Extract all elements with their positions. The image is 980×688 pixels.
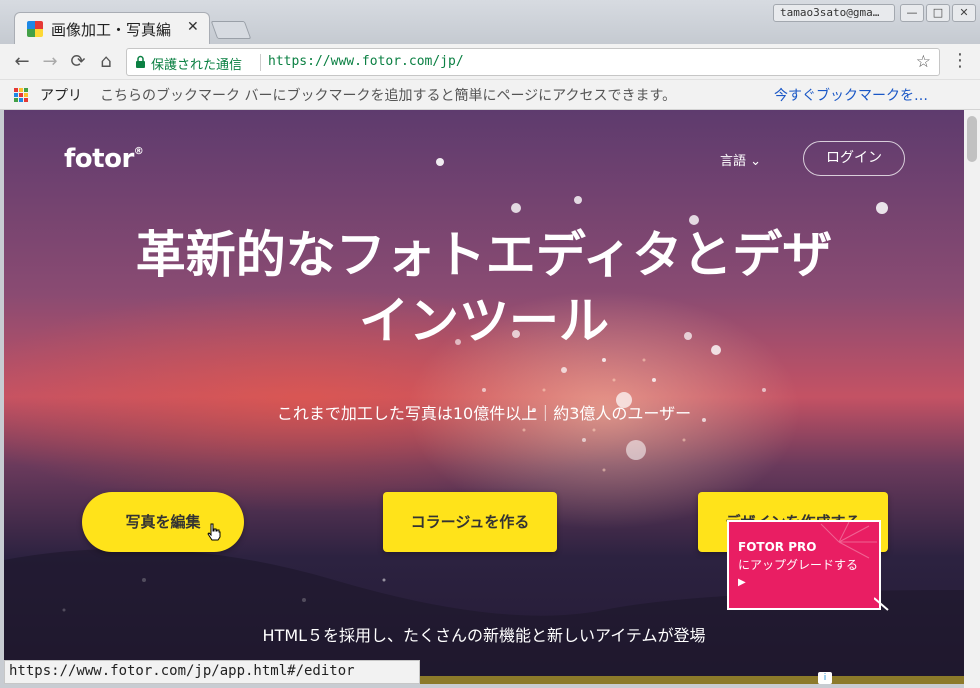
browser-menu-icon[interactable]: ⋮ bbox=[951, 50, 969, 72]
ad-info-icon[interactable]: i bbox=[818, 672, 832, 684]
maximize-button[interactable]: □ bbox=[926, 4, 950, 22]
popup-tail bbox=[874, 597, 889, 611]
page-viewport: fotor® 言語 ⌄ ログイン 革新的なフォトエディタとデザインツール これま… bbox=[4, 110, 964, 684]
address-bar[interactable]: 保護された通信 https://www.fotor.com/jp/ ☆ bbox=[126, 48, 940, 76]
login-button[interactable]: ログイン bbox=[803, 141, 905, 176]
logo-registered-mark: ® bbox=[133, 146, 144, 157]
logo-text: fotor bbox=[64, 144, 134, 174]
fotor-favicon-icon bbox=[27, 21, 43, 37]
popup-burst-decoration bbox=[820, 522, 877, 559]
url-text[interactable]: https://www.fotor.com/jp/ bbox=[268, 54, 464, 69]
profile-badge[interactable]: tamao3sato@gma… bbox=[773, 4, 895, 22]
reload-button[interactable]: ⟳ bbox=[66, 50, 90, 74]
apps-grid-icon[interactable] bbox=[14, 88, 28, 102]
bookmarks-bar: アプリ こちらのブックマーク バーにブックマークを追加すると簡単にページにアクセ… bbox=[0, 80, 980, 110]
url-separator bbox=[260, 54, 261, 71]
browser-tab[interactable]: 画像加工・写真編 ✕ bbox=[14, 12, 210, 44]
hero-title: 革新的なフォトエディタとデザインツール bbox=[135, 226, 833, 350]
edit-photo-button[interactable]: 写真を編集 bbox=[82, 492, 244, 552]
bookmark-star-icon[interactable]: ☆ bbox=[916, 52, 931, 72]
secure-label: 保護された通信 bbox=[151, 58, 243, 73]
lock-icon bbox=[136, 55, 145, 68]
minimize-button[interactable]: — bbox=[900, 4, 924, 22]
status-url-bubble: https://www.fotor.com/jp/app.html#/edito… bbox=[4, 660, 420, 684]
close-window-button[interactable]: ✕ bbox=[952, 4, 976, 22]
forward-button[interactable]: → bbox=[38, 50, 62, 74]
bookmarks-message: こちらのブックマーク バーにブックマークを追加すると簡単にページにアクセスできま… bbox=[100, 88, 677, 104]
language-selector[interactable]: 言語 ⌄ bbox=[720, 150, 761, 169]
bookmark-now-link[interactable]: 今すぐブックマークを… bbox=[774, 85, 974, 105]
hand-cursor-icon bbox=[207, 523, 221, 541]
fotor-pro-popup[interactable]: FOTOR PRO にアップグレードする ▶ bbox=[727, 520, 881, 610]
feature-announcement: HTML５を採用し、たくさんの新機能と新しいアイテムが登場 bbox=[262, 626, 706, 645]
title-bar: 画像加工・写真編 ✕ tamao3sato@gma… — □ ✕ bbox=[0, 0, 980, 44]
page-scrollbar[interactable] bbox=[964, 110, 980, 688]
apps-label[interactable]: アプリ bbox=[40, 85, 82, 105]
fotor-logo[interactable]: fotor® bbox=[64, 144, 144, 174]
browser-toolbar: ← → ⟳ ⌂ 保護された通信 https://www.fotor.com/jp… bbox=[0, 44, 980, 80]
ad-banner[interactable] bbox=[404, 676, 964, 684]
make-collage-button[interactable]: コラージュを作る bbox=[383, 492, 557, 552]
home-button[interactable]: ⌂ bbox=[94, 50, 118, 74]
back-button[interactable]: ← bbox=[10, 50, 34, 74]
play-arrow-icon: ▶ bbox=[738, 577, 746, 588]
scrollbar-thumb[interactable] bbox=[967, 116, 977, 162]
new-tab-button[interactable] bbox=[210, 21, 252, 39]
tab-close-icon[interactable]: ✕ bbox=[187, 19, 199, 35]
hero-subtitle: これまで加工した写真は10億件以上｜約3億人のユーザー bbox=[276, 404, 692, 423]
tab-title: 画像加工・写真編 bbox=[51, 21, 172, 39]
